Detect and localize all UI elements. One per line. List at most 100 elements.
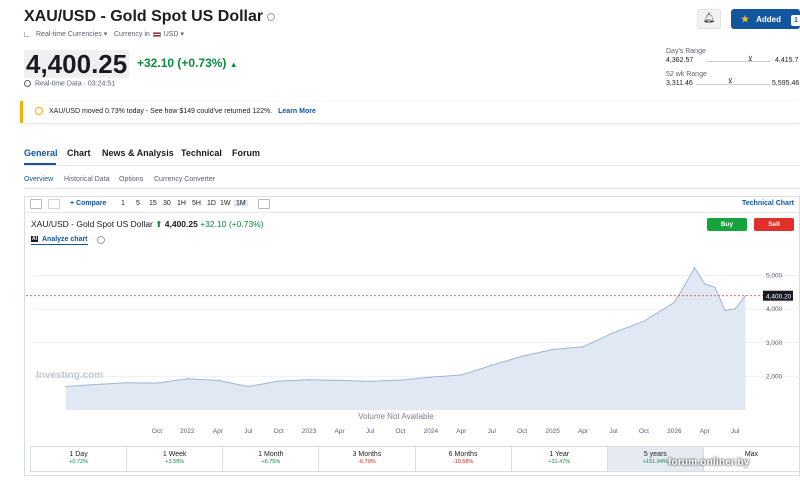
info-icon[interactable] — [267, 12, 276, 21]
learn-more-link[interactable]: Learn More — [278, 108, 316, 115]
data-point — [694, 267, 696, 269]
currency-selector[interactable]: Currency in USD ▾ — [114, 30, 184, 38]
category-icon — [24, 31, 30, 37]
data-point — [714, 286, 716, 288]
x-tick-label: Apr — [456, 428, 467, 435]
52wk-range-marker: ⊻ — [727, 78, 733, 85]
ai-icon: AI — [31, 236, 38, 243]
data-point — [399, 379, 401, 381]
interval-5[interactable]: 5 — [136, 200, 140, 207]
subtab-overview[interactable]: Overview — [24, 176, 53, 183]
x-tick-label: Oct — [639, 428, 649, 435]
interval-30[interactable]: 30 — [163, 200, 171, 207]
tab-forum[interactable]: Forum — [232, 148, 260, 158]
day-range-bar — [706, 61, 770, 62]
day-range-label: Day's Range — [666, 48, 706, 55]
52wk-range-low: 3,311.46 — [666, 80, 693, 87]
x-tick-label: 2025 — [545, 428, 560, 435]
data-point — [724, 309, 726, 312]
data-point — [186, 378, 188, 380]
tab-news-analysis[interactable]: News & Analysis — [102, 148, 174, 158]
data-point — [460, 374, 462, 376]
data-point — [552, 348, 554, 351]
period-label: 1 Month — [258, 451, 284, 458]
subtab-currency-converter[interactable]: Currency Converter — [154, 176, 215, 183]
period-change: +3.59% — [165, 459, 185, 465]
interval-1d[interactable]: 1D — [207, 200, 216, 207]
info-icon[interactable] — [97, 236, 105, 244]
volume-note: Volume Not Available — [358, 412, 434, 421]
alert-button[interactable]: 🔔︎ — [697, 9, 721, 29]
period-3-months[interactable]: 3 Months -6.70% — [319, 447, 416, 471]
day-range-low: 4,362.57 — [666, 57, 694, 64]
data-point — [217, 379, 219, 381]
period-label: 1 Day — [69, 451, 88, 458]
interval-1h[interactable]: 1H — [177, 200, 186, 207]
analyze-chart-button[interactable]: AI Analyze chart — [31, 236, 88, 245]
data-point — [308, 379, 310, 381]
interval-15[interactable]: 15 — [149, 200, 157, 207]
subtab-options[interactable]: Options — [119, 176, 143, 183]
interval-1w[interactable]: 1W — [220, 200, 231, 207]
candlestick-chart-icon[interactable] — [30, 199, 42, 209]
price-change: +32.10 (+0.73%) ▲ — [137, 56, 238, 70]
up-arrow-icon: ▲ — [229, 60, 238, 69]
x-tick-label: Apr — [335, 428, 346, 435]
area-chart-icon[interactable] — [48, 199, 60, 209]
star-icon: ★ — [741, 14, 750, 24]
indicators-icon[interactable] — [258, 199, 270, 209]
up-arrow-icon: ⬆ — [155, 219, 163, 229]
period-1-month[interactable]: 1 Month +6.75% — [223, 447, 320, 471]
period-change: +0.72% — [69, 459, 88, 465]
tab-technical[interactable]: Technical — [181, 148, 222, 158]
interval-1[interactable]: 1 — [121, 200, 125, 207]
data-point — [673, 301, 675, 303]
last-price-label: 4,400.20 — [766, 294, 792, 301]
alert-circle-icon — [35, 107, 43, 116]
day-range-high: 4,415.7 — [775, 57, 799, 64]
price-chart[interactable]: 4,400.20 2,000 3,000 4,000 5,000 Oct 2022 Apr Ju… — [24, 250, 800, 440]
x-tick-label: Jul — [488, 428, 497, 435]
technical-chart-link[interactable]: Technical Chart — [742, 200, 794, 207]
x-tick-label: 2026 — [667, 428, 682, 435]
x-tick-label: Oct — [274, 428, 284, 435]
52wk-range-high: 5,595.46 — [772, 80, 800, 87]
period-label: 1 Week — [162, 451, 187, 458]
subtab-historical-data[interactable]: Historical Data — [64, 176, 110, 183]
tab-general[interactable]: General — [24, 148, 58, 158]
data-point — [643, 320, 645, 322]
data-point — [247, 385, 249, 388]
interval-5h[interactable]: 5H — [192, 200, 201, 207]
period-1-day[interactable]: 1 Day +0.72% — [31, 447, 128, 471]
period-6-months[interactable]: 6 Months -10.58% — [416, 447, 512, 471]
compare-button[interactable]: + Compare — [70, 200, 106, 207]
realtime-timestamp: Real-time Data · 03:24:51 — [24, 80, 115, 87]
period-label: 5 years — [643, 451, 667, 458]
data-point — [734, 308, 736, 310]
day-range-marker: ⊻ — [747, 56, 753, 63]
sell-button[interactable]: Sell — [754, 218, 794, 231]
chart-title: XAU/USD - Gold Spot US Dollar ⬆ 4,400.25… — [31, 219, 264, 229]
last-price: 4,400.25 — [24, 49, 130, 79]
added-watchlist-button[interactable]: ★ Added 1 — [731, 9, 800, 29]
period-1-week[interactable]: 1 Week +3.59% — [127, 447, 224, 471]
interval-1m[interactable]: 1M — [234, 200, 248, 207]
x-tick-label: Apr — [578, 428, 589, 435]
data-point — [521, 355, 523, 357]
tab-chart[interactable]: Chart — [67, 148, 91, 158]
52wk-range-label: 52 wk Range — [666, 71, 707, 78]
data-point — [683, 285, 686, 287]
period-1-year[interactable]: 1 Year +31.47% — [512, 447, 608, 471]
x-tick-label: Oct — [152, 428, 162, 435]
x-tick-label: Apr — [700, 428, 711, 435]
period-change: -10.58% — [452, 459, 474, 465]
data-point — [612, 332, 615, 334]
y-tick-label: 4,000 — [766, 306, 783, 313]
clock-icon — [24, 80, 31, 87]
x-tick-label: Jul — [731, 428, 740, 435]
data-point — [491, 364, 493, 366]
buy-button[interactable]: Buy — [707, 218, 747, 231]
investing-watermark: Investing.com — [36, 370, 103, 381]
x-tick-label: Jul — [244, 428, 253, 435]
category-label[interactable]: Real-time Currencies ▾ — [24, 30, 107, 38]
